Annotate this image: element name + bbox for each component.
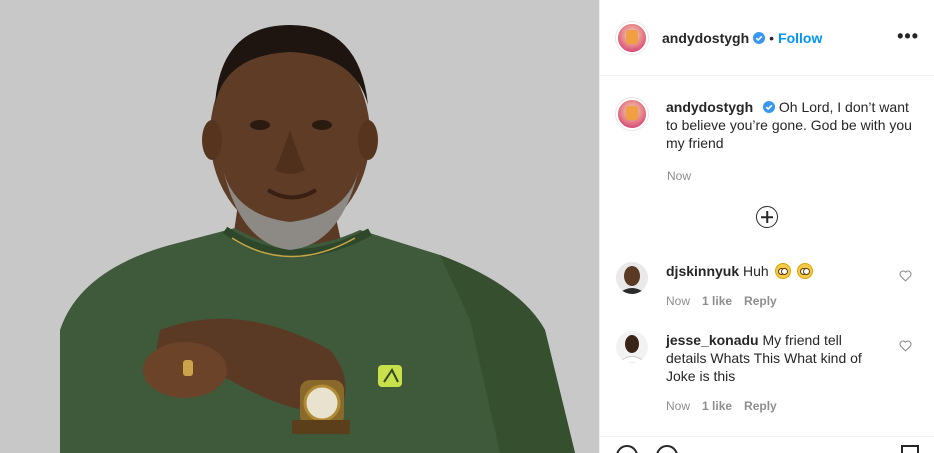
verified-badge-icon (763, 101, 776, 113)
post-actions-bar (600, 436, 934, 453)
caption-timestamp: Now (667, 169, 692, 183)
comment-avatar[interactable] (616, 331, 648, 363)
caption-username[interactable]: andydostygh (666, 99, 753, 115)
flushed-face-emoji-icon (774, 263, 791, 279)
follow-button[interactable]: Follow (778, 30, 822, 46)
comment-avatar-image (616, 262, 648, 294)
more-options-icon[interactable]: ••• (897, 27, 919, 45)
caption-author-avatar[interactable] (616, 98, 648, 130)
author-avatar[interactable] (616, 21, 648, 54)
author-username[interactable]: andydostygh (662, 30, 749, 46)
comment-like-heart-icon[interactable] (899, 270, 912, 282)
comment-likes-count[interactable]: 1 like (702, 292, 732, 310)
comment-bubble-icon[interactable] (656, 445, 678, 453)
comment-username[interactable]: djskinnyuk (666, 263, 739, 279)
comment-like-heart-icon[interactable] (899, 340, 912, 352)
save-bookmark-icon[interactable] (901, 445, 919, 453)
post-header: andydostygh • Follow ••• (600, 0, 934, 76)
verified-badge-icon (753, 31, 766, 44)
comment-reply-button[interactable]: Reply (744, 397, 777, 415)
load-more-comments-button[interactable] (756, 206, 778, 228)
post-side-panel: andydostygh • Follow ••• andydostygh Oh … (599, 0, 934, 453)
comment-text: Huh (743, 263, 769, 279)
separator-dot: • (769, 29, 775, 46)
comment-timestamp: Now (666, 399, 691, 413)
comment-avatar[interactable] (616, 262, 648, 294)
like-heart-icon[interactable] (616, 445, 638, 453)
comment-avatar-image (616, 331, 648, 363)
comment-timestamp: Now (666, 294, 691, 308)
comment-item: djskinnyuk Huh Now 1 like Reply (616, 262, 920, 310)
comment-likes-count[interactable]: 1 like (702, 397, 732, 415)
comment-username[interactable]: jesse_konadu (666, 332, 759, 348)
comment-reply-button[interactable]: Reply (744, 292, 777, 310)
post-caption: andydostygh Oh Lord, I don’t want to bel… (616, 98, 920, 152)
flushed-face-emoji-icon (796, 263, 813, 279)
post-photo[interactable] (0, 0, 599, 453)
comment-item: jesse_konadu My friend tell details What… (616, 331, 920, 415)
post-photo-illustration (0, 0, 599, 453)
